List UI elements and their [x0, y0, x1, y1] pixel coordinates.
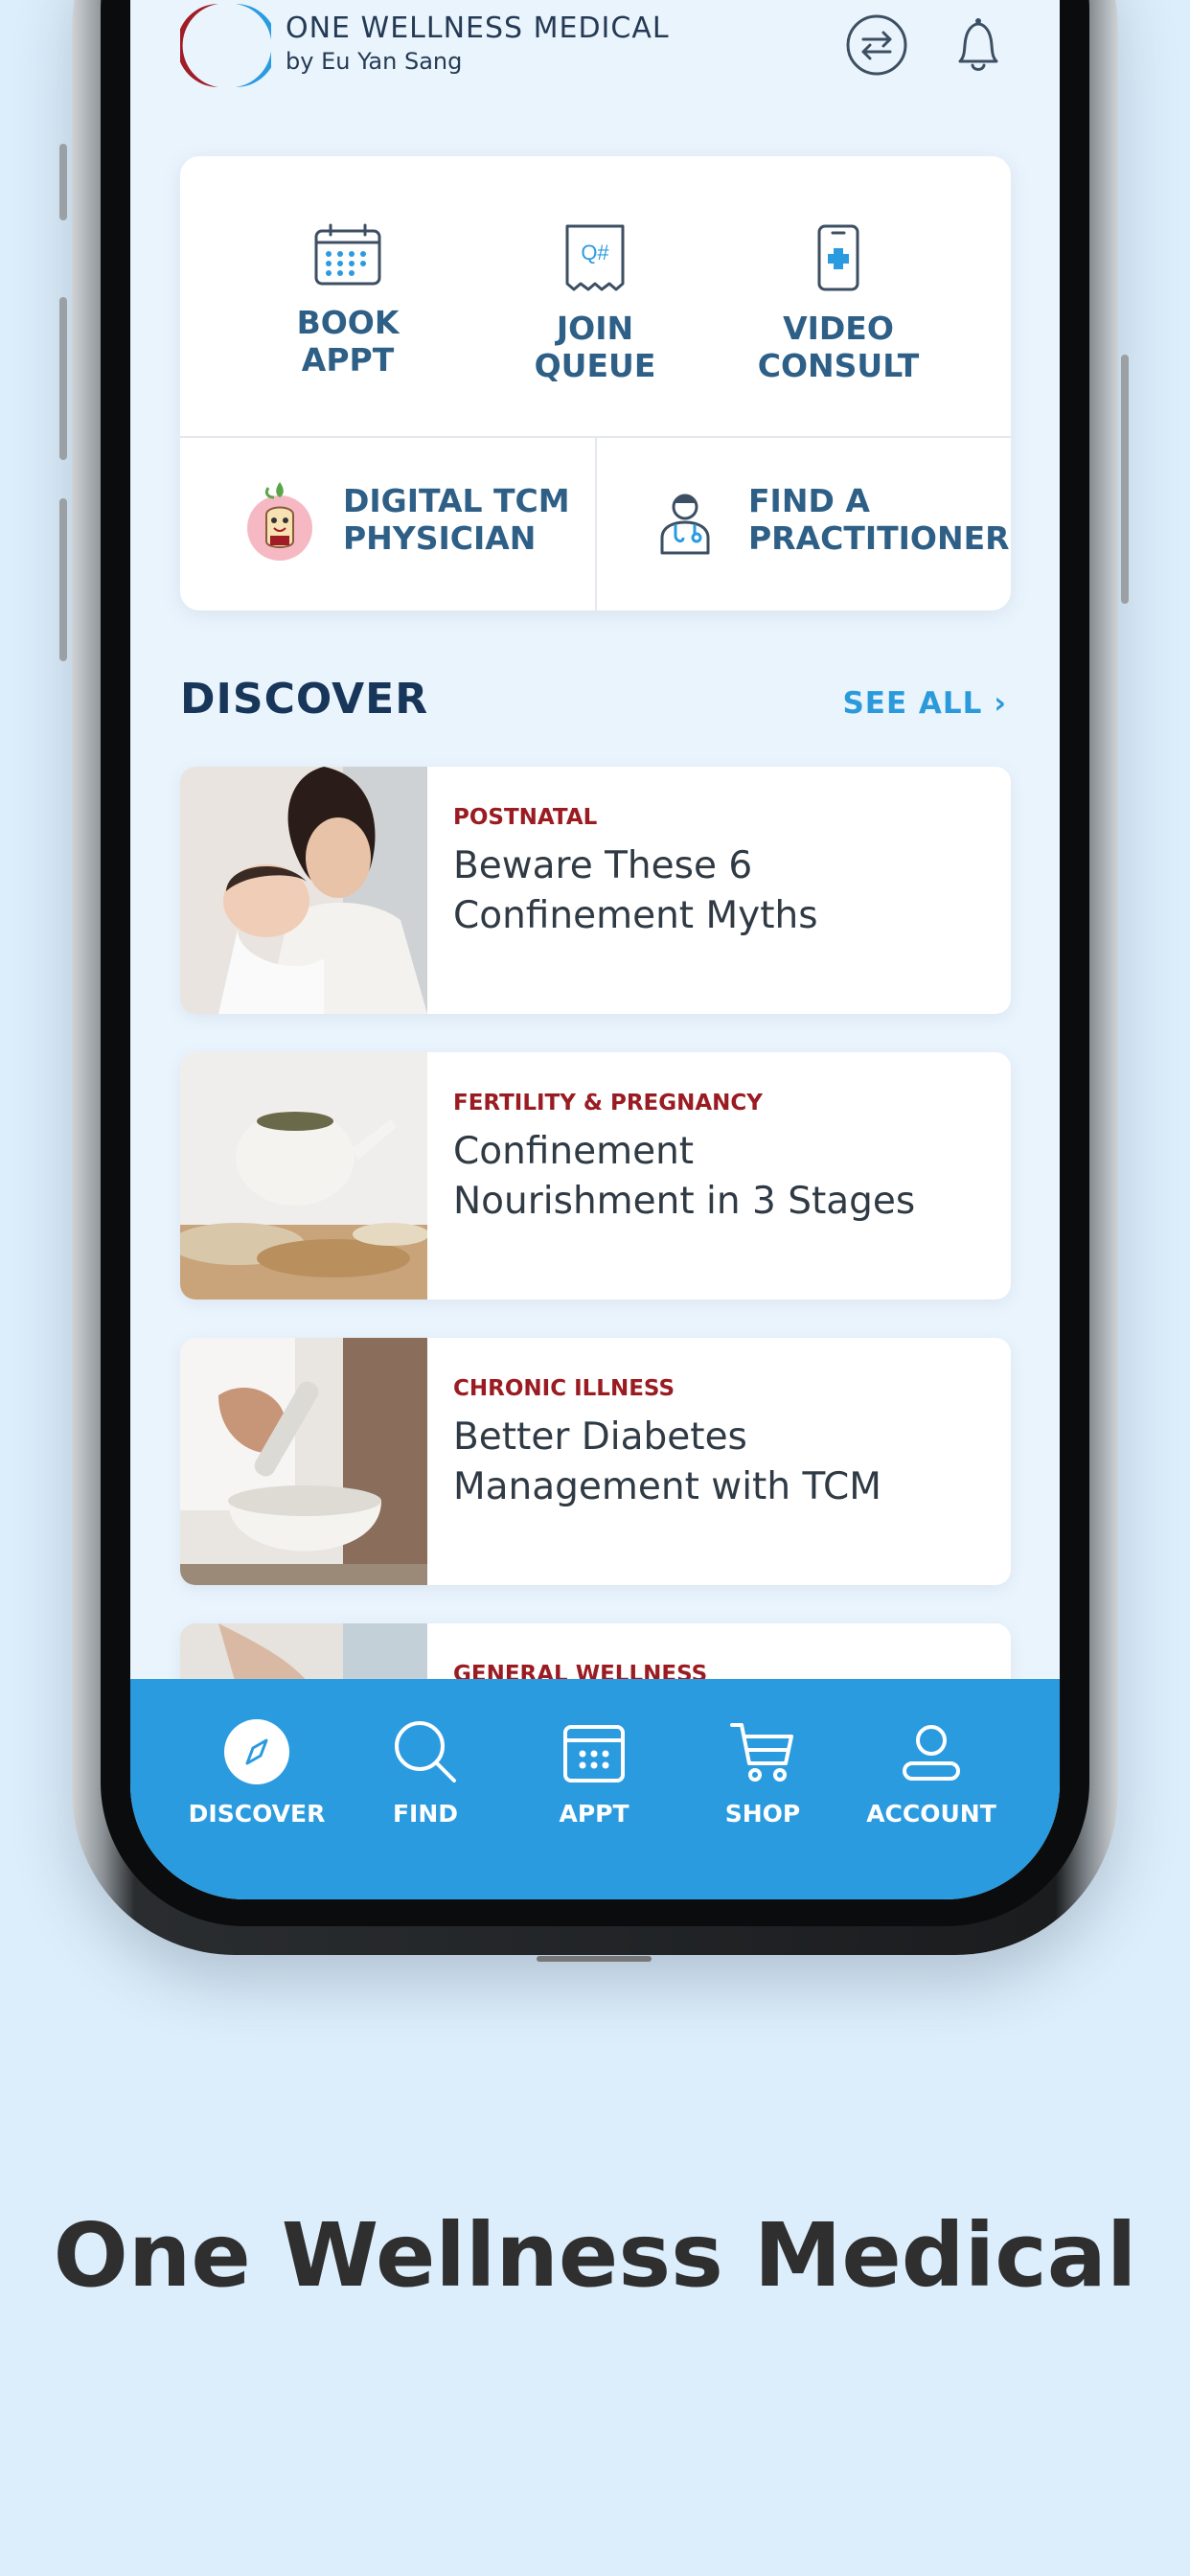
article-category: POSTNATAL	[453, 805, 598, 830]
article-image-herbs-teapot	[180, 1052, 427, 1300]
nav-label: SHOP	[724, 1800, 801, 1828]
cart-icon	[730, 1723, 793, 1782]
article-category: CHRONIC ILLNESS	[453, 1376, 675, 1401]
nav-find[interactable]: FIND	[341, 1717, 510, 1828]
video-consult-label: VIDEO CONSULT	[757, 310, 920, 384]
compass-icon	[224, 1719, 289, 1784]
calendar-icon	[314, 223, 381, 286]
tcm-mascot-icon	[247, 482, 312, 561]
nav-shop[interactable]: SHOP	[678, 1717, 847, 1828]
quick-actions-card: BOOK APPT Q# JOIN QUEUE VIDEO CONSULT DI…	[180, 156, 1011, 610]
app-header: ONE WELLNESS MEDICAL by Eu Yan Sang	[180, 0, 1010, 96]
search-icon	[395, 1721, 456, 1782]
digital-tcm-label: DIGITAL TCM PHYSICIAN	[343, 482, 570, 557]
nav-discover[interactable]: DISCOVER	[172, 1717, 341, 1828]
brand-logo-icon	[180, 4, 271, 87]
nav-label: FIND	[392, 1800, 459, 1828]
nav-label: DISCOVER	[188, 1800, 326, 1828]
digital-tcm-physician-button[interactable]: DIGITAL TCM PHYSICIAN	[180, 438, 597, 610]
article-title: Confinement Nourishment in 3 Stages	[453, 1130, 916, 1223]
article-card[interactable]: CHRONIC ILLNESS Better Diabetes Manageme…	[180, 1338, 1011, 1585]
side-button	[59, 498, 67, 661]
queue-ticket-icon: Q#	[565, 224, 625, 291]
book-appt-label: BOOK APPT	[296, 304, 400, 379]
article-image-mother-baby	[180, 767, 427, 1014]
quick-actions-row: DIGITAL TCM PHYSICIAN FIND A PRACTITIONE…	[180, 438, 1011, 610]
article-card[interactable]: POSTNATAL Beware These 6 Confinement Myt…	[180, 767, 1011, 1014]
switch-arrows-icon[interactable]	[845, 13, 908, 77]
quick-actions-row: BOOK APPT Q# JOIN QUEUE VIDEO CONSULT	[180, 156, 1011, 438]
side-button	[1121, 355, 1129, 604]
article-card[interactable]: FERTILITY & PREGNANCY Confinement Nouris…	[180, 1052, 1011, 1300]
find-practitioner-button[interactable]: FIND A PRACTITIONER	[597, 438, 1012, 610]
svg-text:Q#: Q#	[581, 241, 609, 264]
video-consult-button[interactable]: VIDEO CONSULT	[728, 223, 949, 384]
doctor-icon	[660, 494, 710, 555]
article-title: Better Diabetes Management with TCM	[453, 1415, 881, 1508]
bottom-nav-bar: DISCOVER FIND APPT SHOP ACCOUNT	[130, 1679, 1060, 1899]
book-appt-button[interactable]: BOOK APPT	[238, 223, 458, 379]
bell-icon[interactable]	[947, 13, 1010, 77]
article-title: Beware These 6 Confinement Myths	[453, 844, 818, 937]
nav-label: ACCOUNT	[866, 1800, 996, 1828]
brand-title: ONE WELLNESS MEDICAL	[286, 12, 670, 45]
app-screen: ONE WELLNESS MEDICAL by Eu Yan Sang BOOK…	[130, 0, 1060, 1899]
home-indicator	[537, 1956, 652, 1962]
join-queue-label: JOIN QUEUE	[534, 310, 656, 384]
article-image-mortar-pestle	[180, 1338, 427, 1585]
mobile-medical-icon	[817, 224, 859, 291]
nav-account[interactable]: ACCOUNT	[847, 1717, 1016, 1828]
discover-heading: DISCOVER	[180, 675, 429, 724]
article-category: FERTILITY & PREGNANCY	[453, 1091, 763, 1116]
calendar-icon	[563, 1725, 625, 1782]
side-button	[59, 144, 67, 220]
join-queue-button[interactable]: Q# JOIN QUEUE	[485, 223, 705, 384]
brand-subtitle: by Eu Yan Sang	[286, 48, 463, 75]
side-button	[59, 297, 67, 460]
nav-label: APPT	[559, 1800, 629, 1828]
find-practitioner-label: FIND A PRACTITIONER	[748, 482, 1010, 557]
promo-caption: One Wellness Medical	[53, 2204, 1137, 2307]
user-icon	[903, 1725, 960, 1781]
see-all-link[interactable]: SEE ALL ›	[842, 686, 1007, 721]
nav-appt[interactable]: APPT	[510, 1717, 678, 1828]
